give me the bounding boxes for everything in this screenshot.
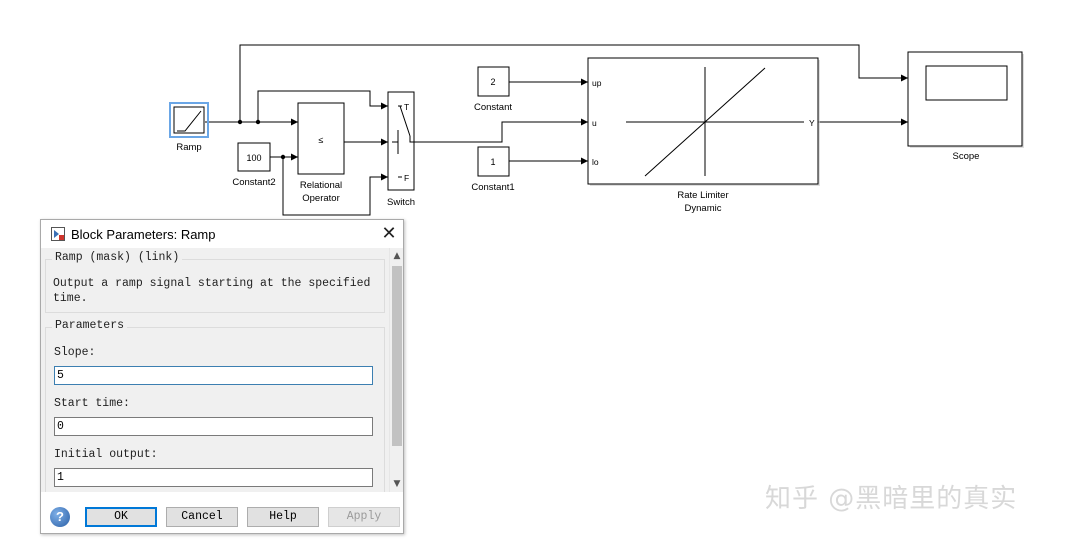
switch-label: Switch xyxy=(387,197,415,208)
initial-output-input[interactable] xyxy=(54,468,373,487)
constant2-block[interactable]: 100 Constant2 xyxy=(232,142,276,188)
dialog-button-bar: ? OK Cancel Help Apply xyxy=(41,499,403,533)
slope-input[interactable] xyxy=(54,366,373,385)
branch-point xyxy=(255,119,261,125)
scroll-up-icon[interactable]: ▲ xyxy=(390,248,404,264)
branch-point xyxy=(237,119,243,125)
branch-point xyxy=(280,154,286,160)
rate-limiter-block[interactable]: up u lo Y Rate Limiter Dynamic xyxy=(587,57,820,214)
mask-description-line2: time. xyxy=(53,292,88,305)
constant1-value: 1 xyxy=(490,157,495,167)
rate-limiter-port-y: Y xyxy=(809,118,815,128)
constant-value: 2 xyxy=(490,77,495,87)
relational-label-line1: Relational xyxy=(300,180,342,191)
initial-output-label: Initial output: xyxy=(54,448,158,461)
ok-button[interactable]: OK xyxy=(85,507,157,527)
constant2-value: 100 xyxy=(246,153,261,163)
switch-port-t: T xyxy=(404,102,409,112)
relational-symbol: ≤ xyxy=(319,135,324,145)
constant-label: Constant xyxy=(474,102,512,113)
mask-description-group: Ramp (mask) (link) Output a ramp signal … xyxy=(45,251,385,313)
help-button[interactable]: Help xyxy=(247,507,319,527)
switch-block[interactable]: T F Switch xyxy=(387,91,415,208)
mask-group-title: Ramp (mask) (link) xyxy=(52,251,183,264)
watermark-text: 知乎 @黑暗里的真实 xyxy=(765,484,1018,514)
constant1-label: Constant1 xyxy=(471,182,514,193)
relational-label-line2: Operator xyxy=(302,193,340,204)
constant1-block[interactable]: 1 Constant1 xyxy=(471,146,515,193)
rate-limiter-label-line2: Dynamic xyxy=(685,203,722,214)
dialog-scrollbar[interactable]: ▲ ▼ xyxy=(389,248,403,492)
rate-limiter-port-up: up xyxy=(592,78,602,88)
parameters-group-title: Parameters xyxy=(52,319,128,332)
slope-label: Slope: xyxy=(54,346,96,359)
ramp-label: Ramp xyxy=(176,142,201,153)
dialog-content: Ramp (mask) (link) Output a ramp signal … xyxy=(41,248,389,492)
scope-screen-icon xyxy=(925,65,1008,101)
help-icon[interactable]: ? xyxy=(50,507,70,527)
start-time-input[interactable] xyxy=(54,417,373,436)
signal-switch-to-rate-limiter[interactable] xyxy=(414,118,588,143)
mask-description-line1: Output a ramp signal starting at the spe… xyxy=(53,277,371,290)
close-icon[interactable]: ✕ xyxy=(379,224,399,244)
rate-limiter-port-lo: lo xyxy=(592,157,599,167)
block-parameters-dialog[interactable]: Block Parameters: Ramp ✕ Ramp (mask) (li… xyxy=(40,219,404,534)
scope-label: Scope xyxy=(953,151,980,162)
cancel-button[interactable]: Cancel xyxy=(166,507,238,527)
apply-button[interactable]: Apply xyxy=(328,507,400,527)
constant2-label: Constant2 xyxy=(232,177,275,188)
relational-operator-block[interactable]: ≤ Relational Operator xyxy=(297,102,345,204)
rate-limiter-port-u: u xyxy=(592,118,597,128)
scroll-thumb[interactable] xyxy=(392,266,402,446)
dialog-title-bar[interactable]: Block Parameters: Ramp ✕ xyxy=(41,220,403,248)
dialog-title: Block Parameters: Ramp xyxy=(71,227,216,242)
rate-limiter-label-line1: Rate Limiter xyxy=(677,190,728,201)
scope-block[interactable]: Scope xyxy=(907,51,1024,162)
scroll-down-icon[interactable]: ▼ xyxy=(390,476,404,492)
start-time-label: Start time: xyxy=(54,397,130,410)
simulink-block-icon xyxy=(51,227,65,241)
constant-block[interactable]: 2 Constant xyxy=(474,66,512,113)
ramp-block[interactable]: Ramp xyxy=(169,102,209,153)
switch-port-f: F xyxy=(404,173,409,183)
